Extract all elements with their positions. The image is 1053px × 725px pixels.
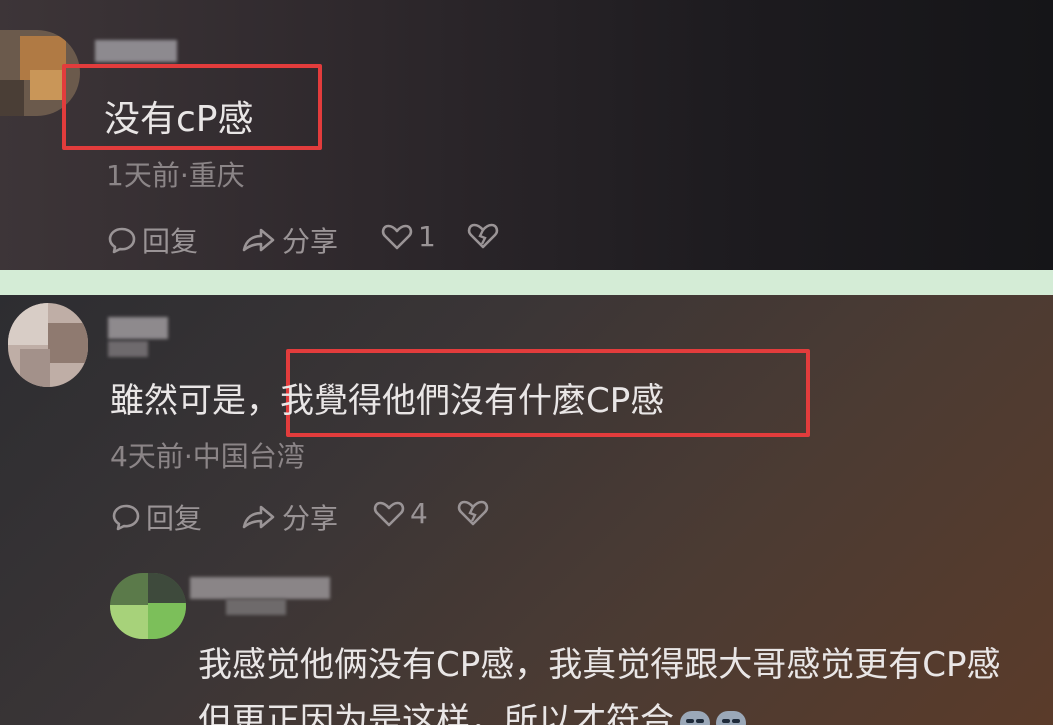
username-blurred (108, 341, 148, 357)
reply-text-line2: 但更正因为是这样，所以才符合 (198, 693, 746, 725)
username-blurred (95, 40, 177, 62)
reply-avatar[interactable] (110, 573, 186, 639)
dislike-button[interactable] (456, 497, 494, 529)
reply-text-line2-label: 但更正因为是这样，所以才符合 (198, 701, 674, 725)
username-blurred (108, 317, 168, 339)
comment-text-highlight: 我覺得他們沒有什麼CP感 (280, 381, 665, 421)
dislike-button[interactable] (466, 220, 504, 252)
comment-text-prefix: 雖然可是， (110, 381, 280, 421)
like-button[interactable]: 1 (380, 220, 436, 253)
reply-button[interactable]: 回复 (106, 220, 198, 260)
reply-label: 回复 (146, 502, 203, 535)
broken-heart-icon (467, 223, 499, 249)
heart-icon (373, 501, 405, 526)
smirk-emoji (716, 710, 746, 725)
reply-label: 回复 (142, 225, 199, 258)
share-button[interactable]: 分享 (240, 497, 338, 537)
share-label: 分享 (282, 502, 339, 535)
avatar[interactable] (8, 303, 88, 387)
share-icon (242, 228, 275, 252)
comment-icon (112, 504, 140, 531)
username-blurred (190, 577, 330, 599)
smirk-emoji (680, 710, 710, 725)
comment-1: 没有cP感 1天前·重庆 回复 分享 1 (0, 0, 1053, 270)
share-label: 分享 (282, 225, 339, 258)
comment-meta: 1天前·重庆 (106, 159, 245, 192)
comment-2: 雖然可是，我覺得他們沒有什麼CP感 4天前·中国台湾 回复 分享 4 我感觉他俩… (0, 295, 1053, 725)
share-button[interactable]: 分享 (240, 220, 338, 260)
comment-meta: 4天前·中国台湾 (110, 440, 305, 473)
like-count: 1 (418, 220, 436, 253)
share-icon (242, 505, 275, 529)
broken-heart-icon (457, 500, 489, 526)
reply-button[interactable]: 回复 (110, 497, 202, 537)
reply-text-line1: 我感觉他俩没有CP感，我真觉得跟大哥感觉更有CP感 (198, 645, 1001, 685)
username-blurred (226, 599, 286, 615)
comment-text: 雖然可是，我覺得他們沒有什麼CP感 (110, 373, 664, 422)
like-button[interactable]: 4 (372, 497, 428, 530)
like-count: 4 (410, 497, 428, 530)
heart-icon (381, 224, 413, 249)
divider (0, 270, 1053, 295)
comment-icon (108, 227, 136, 254)
comment-text: 没有cP感 (104, 99, 254, 140)
